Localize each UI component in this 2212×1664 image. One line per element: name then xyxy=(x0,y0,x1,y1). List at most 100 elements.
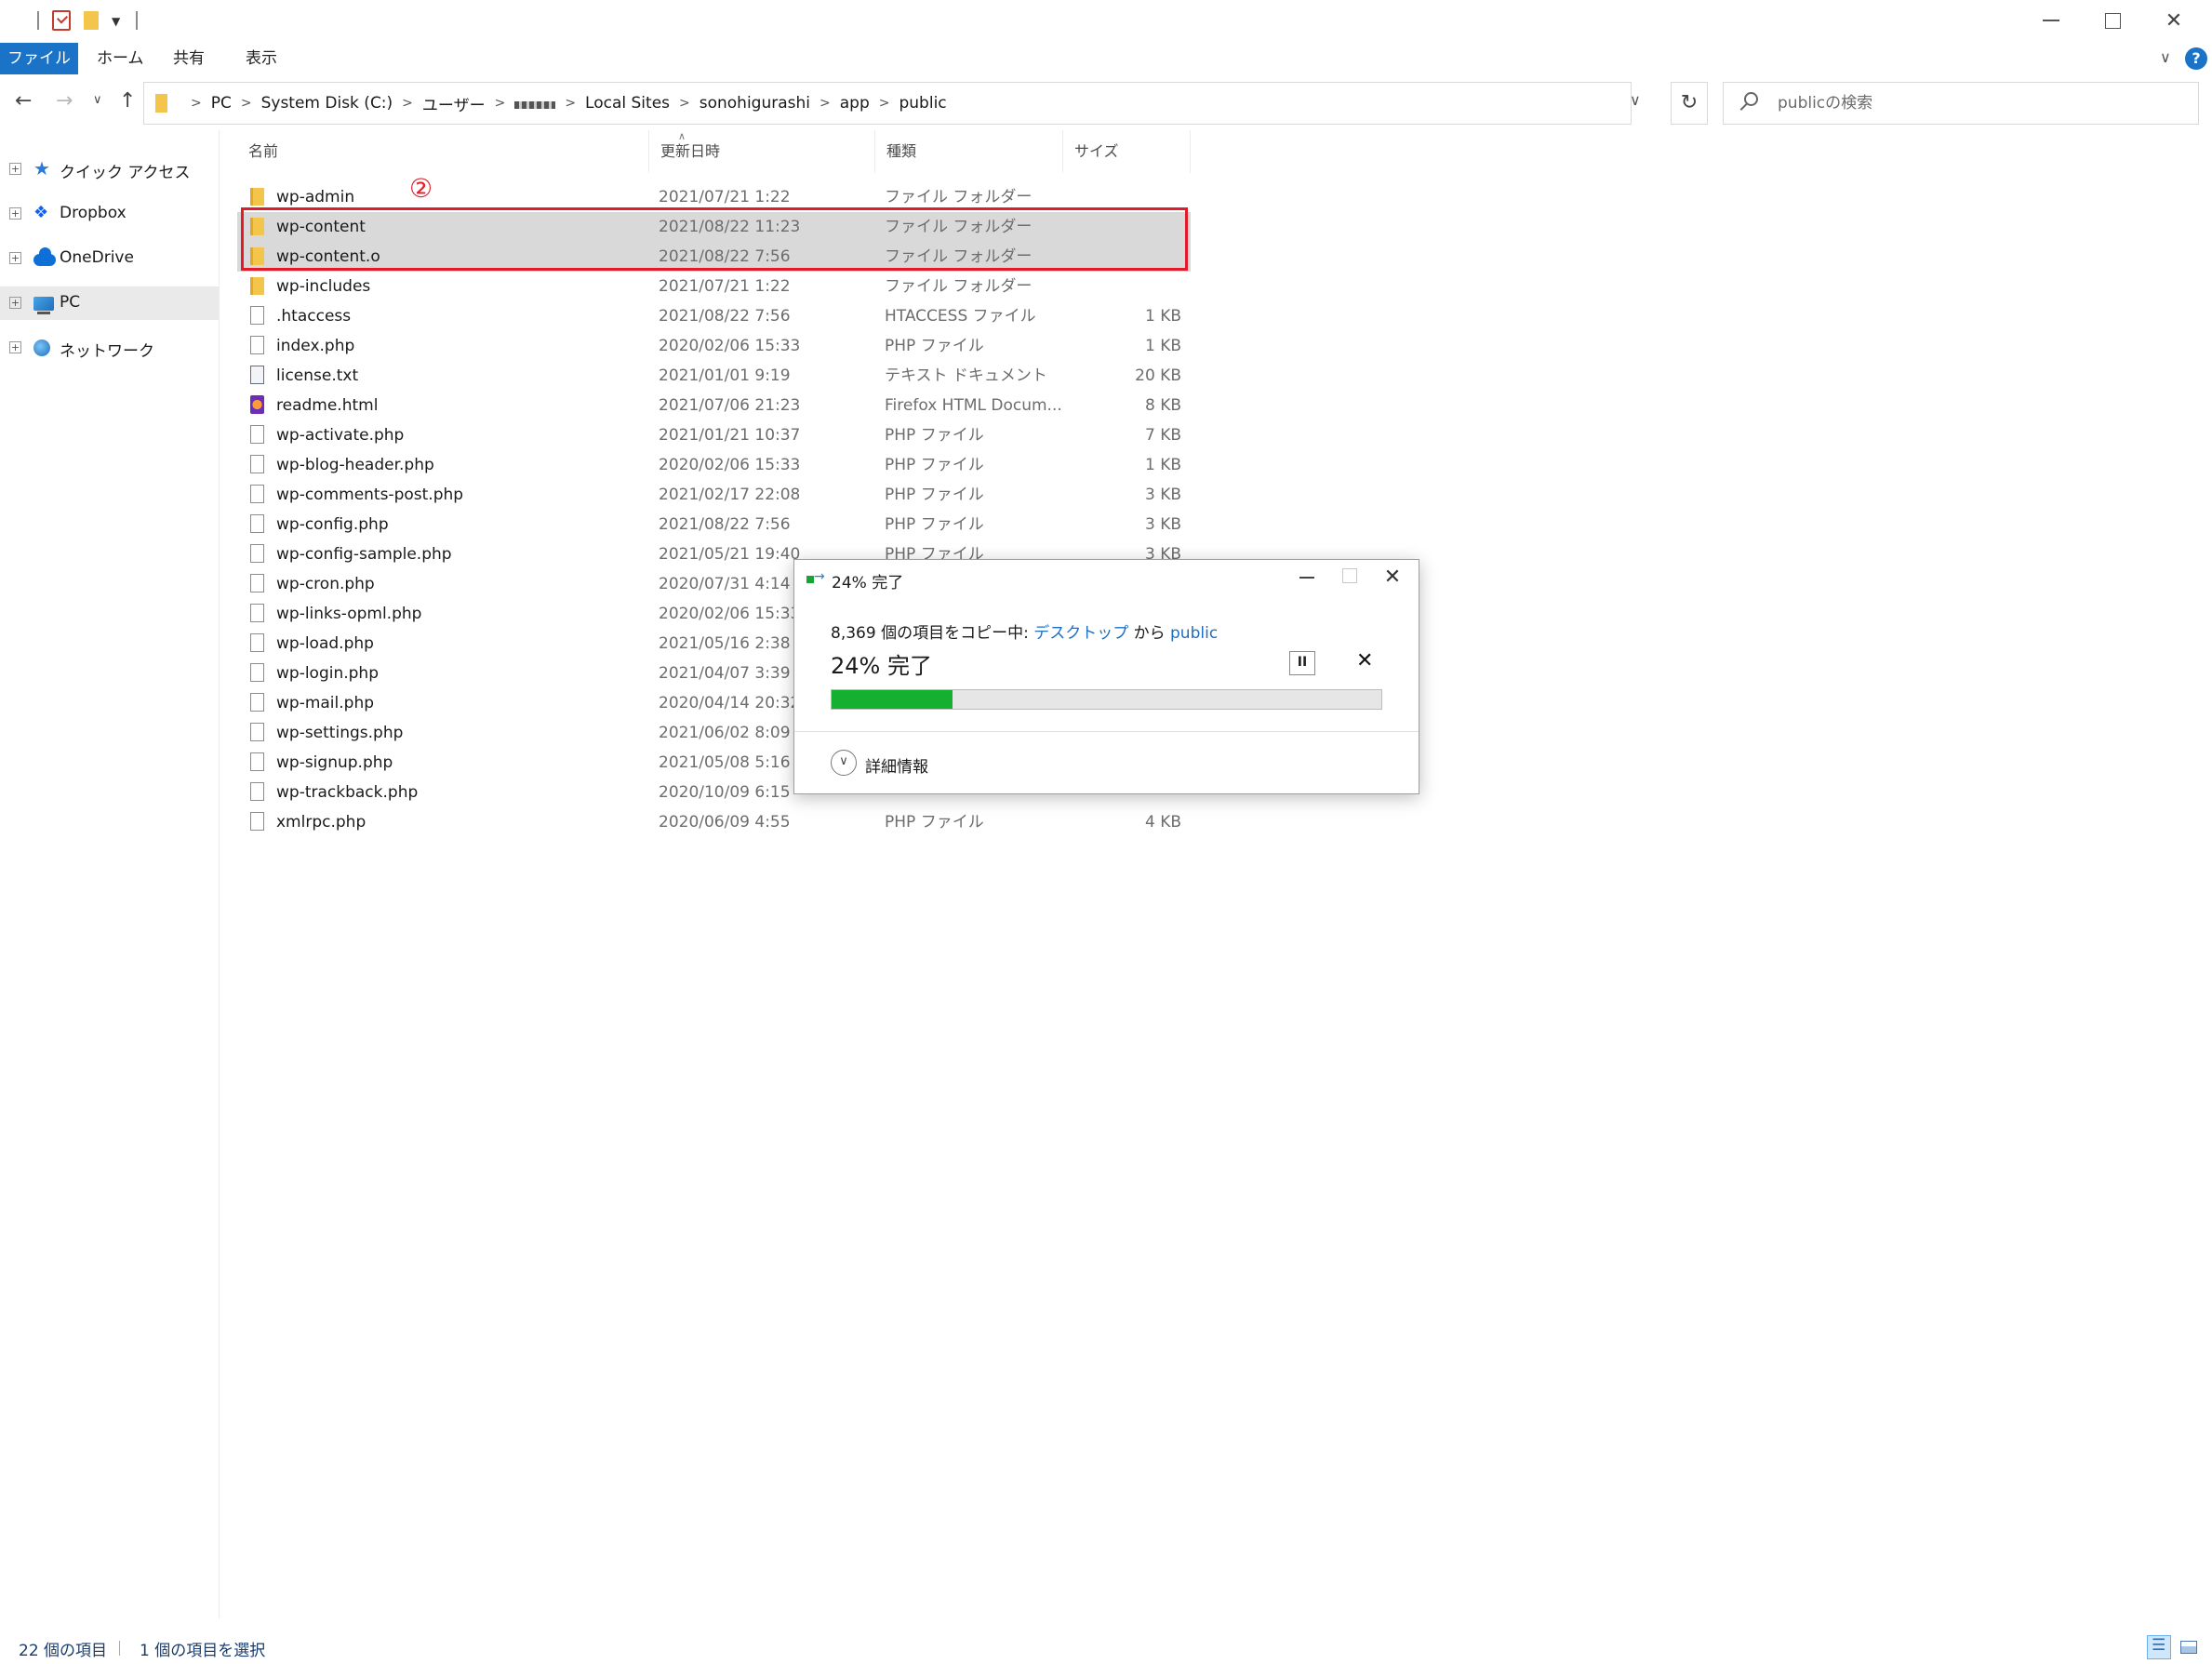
dialog-close-button[interactable]: ✕ xyxy=(1371,560,1414,595)
breadcrumb-local-sites[interactable]: Local Sites xyxy=(585,94,670,113)
address-bar[interactable]: > PC > System Disk (C:) > ユーザー > > Local… xyxy=(143,82,1632,125)
file-row[interactable]: index.php 2020/02/06 15:33 PHP ファイル 1 KB xyxy=(237,331,1191,361)
expand-icon[interactable]: + xyxy=(9,163,21,175)
file-row[interactable]: license.txt 2021/01/01 9:19 テキスト ドキュメント 20 … xyxy=(237,361,1191,391)
large-icons-view-icon[interactable] xyxy=(2177,1635,2201,1659)
chevron-right-icon[interactable]: > xyxy=(402,96,413,111)
network-icon xyxy=(33,339,50,356)
breadcrumb-public[interactable]: public xyxy=(899,94,946,113)
breadcrumb-app[interactable]: app xyxy=(840,94,870,113)
refresh-button[interactable]: ↻ xyxy=(1671,82,1708,125)
computer-icon xyxy=(33,297,54,314)
file-size: 3 KB xyxy=(1144,486,1181,504)
chevron-right-icon[interactable]: > xyxy=(879,96,890,111)
file-icon xyxy=(250,633,264,652)
chevron-right-icon[interactable]: > xyxy=(679,96,690,111)
properties-icon[interactable] xyxy=(52,10,71,31)
firefox-icon xyxy=(250,395,264,414)
sidebar-item-pc[interactable]: + PC xyxy=(0,286,219,320)
recent-locations-icon[interactable]: ∨ xyxy=(93,93,102,107)
chevron-down-icon[interactable]: ∨ xyxy=(831,750,857,776)
breadcrumb-system-disk[interactable]: System Disk (C:) xyxy=(261,94,393,113)
file-row[interactable]: .htaccess 2021/08/22 7:56 HTACCESS ファイル 1 K… xyxy=(237,301,1191,331)
file-name: wp-config-sample.php xyxy=(276,545,452,564)
sidebar-item-label: ネットワーク xyxy=(60,342,154,361)
chevron-right-icon[interactable]: > xyxy=(820,96,831,111)
column-header-name[interactable]: 名前 xyxy=(237,130,649,173)
chevron-right-icon[interactable]: > xyxy=(241,96,252,111)
close-button[interactable]: ✕ xyxy=(2143,0,2205,41)
folder-icon xyxy=(250,277,264,295)
tab-view[interactable]: 表示 xyxy=(246,43,277,74)
minimize-button[interactable] xyxy=(2020,0,2082,41)
file-size: 1 KB xyxy=(1144,456,1181,474)
more-details-button[interactable]: 詳細情報 xyxy=(865,753,928,777)
file-row[interactable]: readme.html 2021/07/06 21:23 Firefox HTML … xyxy=(237,391,1191,420)
search-box[interactable] xyxy=(1723,82,2199,125)
expand-icon[interactable]: + xyxy=(9,252,21,264)
expand-icon[interactable]: + xyxy=(9,207,21,220)
back-button[interactable]: ← xyxy=(15,89,32,113)
destination-link[interactable]: public xyxy=(1170,624,1218,643)
title-bar: ▼ ✕ xyxy=(0,0,2212,43)
file-row[interactable]: wp-activate.php 2021/01/21 10:37 PHP ファイル 7… xyxy=(237,420,1191,450)
maximize-button[interactable] xyxy=(2082,0,2143,41)
expand-icon[interactable]: + xyxy=(9,341,21,353)
breadcrumb-redacted-user[interactable] xyxy=(514,101,556,109)
file-type: PHP ファイル xyxy=(885,337,984,355)
sidebar-item-onedrive[interactable]: + OneDrive xyxy=(0,242,219,275)
column-header-date[interactable]: 更新日時 xyxy=(649,130,875,173)
breadcrumb-pc[interactable]: PC xyxy=(211,94,232,113)
sidebar-item-dropbox[interactable]: + ❖ Dropbox xyxy=(0,197,219,231)
file-name: wp-load.php xyxy=(276,634,374,653)
chevron-right-icon[interactable]: > xyxy=(191,96,202,111)
forward-button[interactable]: → xyxy=(56,89,73,113)
tab-share[interactable]: 共有 xyxy=(173,43,205,74)
chevron-right-icon[interactable]: > xyxy=(495,96,506,111)
dialog-minimize-button[interactable] xyxy=(1286,560,1328,595)
tab-file[interactable]: ファイル xyxy=(0,43,78,74)
cancel-copy-button[interactable]: ✕ xyxy=(1356,649,1373,672)
file-row[interactable]: wp-blog-header.php 2020/02/06 15:33 PHP ファ… xyxy=(237,450,1191,480)
search-input[interactable] xyxy=(1778,83,2187,124)
tab-home[interactable]: ホーム xyxy=(97,43,144,74)
file-icon xyxy=(250,336,264,354)
file-name: wp-activate.php xyxy=(276,426,405,445)
breadcrumb-sonohigurashi[interactable]: sonohigurashi xyxy=(700,94,810,113)
address-dropdown-icon[interactable]: ∨ xyxy=(1630,91,1641,109)
chevron-right-icon[interactable]: > xyxy=(565,96,576,111)
column-header-size[interactable]: サイズ xyxy=(1063,130,1191,173)
highlight-box xyxy=(241,207,1188,271)
file-icon xyxy=(250,514,264,533)
source-link[interactable]: デスクトップ xyxy=(1033,624,1128,643)
file-date: 2021/01/01 9:19 xyxy=(659,366,791,385)
file-row[interactable]: wp-config.php 2021/08/22 7:56 PHP ファイル 3 KB xyxy=(237,510,1191,539)
dialog-title: 24% 完了 xyxy=(832,574,904,592)
navigation-pane: + ★ クイック アクセス + ❖ Dropbox + OneDrive + P… xyxy=(0,130,220,1618)
file-icon xyxy=(250,752,264,771)
file-name: license.txt xyxy=(276,366,359,385)
file-row[interactable]: wp-comments-post.php 2021/02/17 22:08 PHP … xyxy=(237,480,1191,510)
file-size: 1 KB xyxy=(1144,307,1181,326)
pause-button[interactable]: II xyxy=(1289,651,1315,675)
expand-ribbon-icon[interactable]: ∨ xyxy=(2160,48,2171,66)
quick-access-dropdown-icon[interactable]: ▼ xyxy=(112,15,120,28)
column-header-type[interactable]: 種類 xyxy=(875,130,1063,173)
sidebar-item-quick-access[interactable]: + ★ クイック アクセス xyxy=(0,153,219,186)
file-date: 2021/02/17 22:08 xyxy=(659,486,801,504)
details-view-icon[interactable] xyxy=(2147,1635,2171,1659)
sidebar-item-label: Dropbox xyxy=(60,204,127,222)
up-button[interactable]: ↑ xyxy=(119,89,136,113)
file-name: wp-login.php xyxy=(276,664,380,683)
help-icon[interactable]: ? xyxy=(2185,47,2207,70)
new-folder-icon[interactable] xyxy=(84,11,99,30)
expand-icon[interactable]: + xyxy=(9,297,21,309)
sidebar-item-network[interactable]: + ネットワーク xyxy=(0,331,219,365)
file-name: wp-trackback.php xyxy=(276,783,419,802)
percent-complete: 24% 完了 xyxy=(831,653,932,679)
file-date: 2021/07/06 21:23 xyxy=(659,396,801,415)
breadcrumb-users[interactable]: ユーザー xyxy=(422,92,486,115)
file-type: PHP ファイル xyxy=(885,813,984,832)
file-row[interactable]: xmlrpc.php 2020/06/09 4:55 PHP ファイル 4 KB xyxy=(237,807,1191,837)
folder-row[interactable]: wp-includes 2021/07/21 1:22 ファイル フォルダー xyxy=(237,272,1191,301)
